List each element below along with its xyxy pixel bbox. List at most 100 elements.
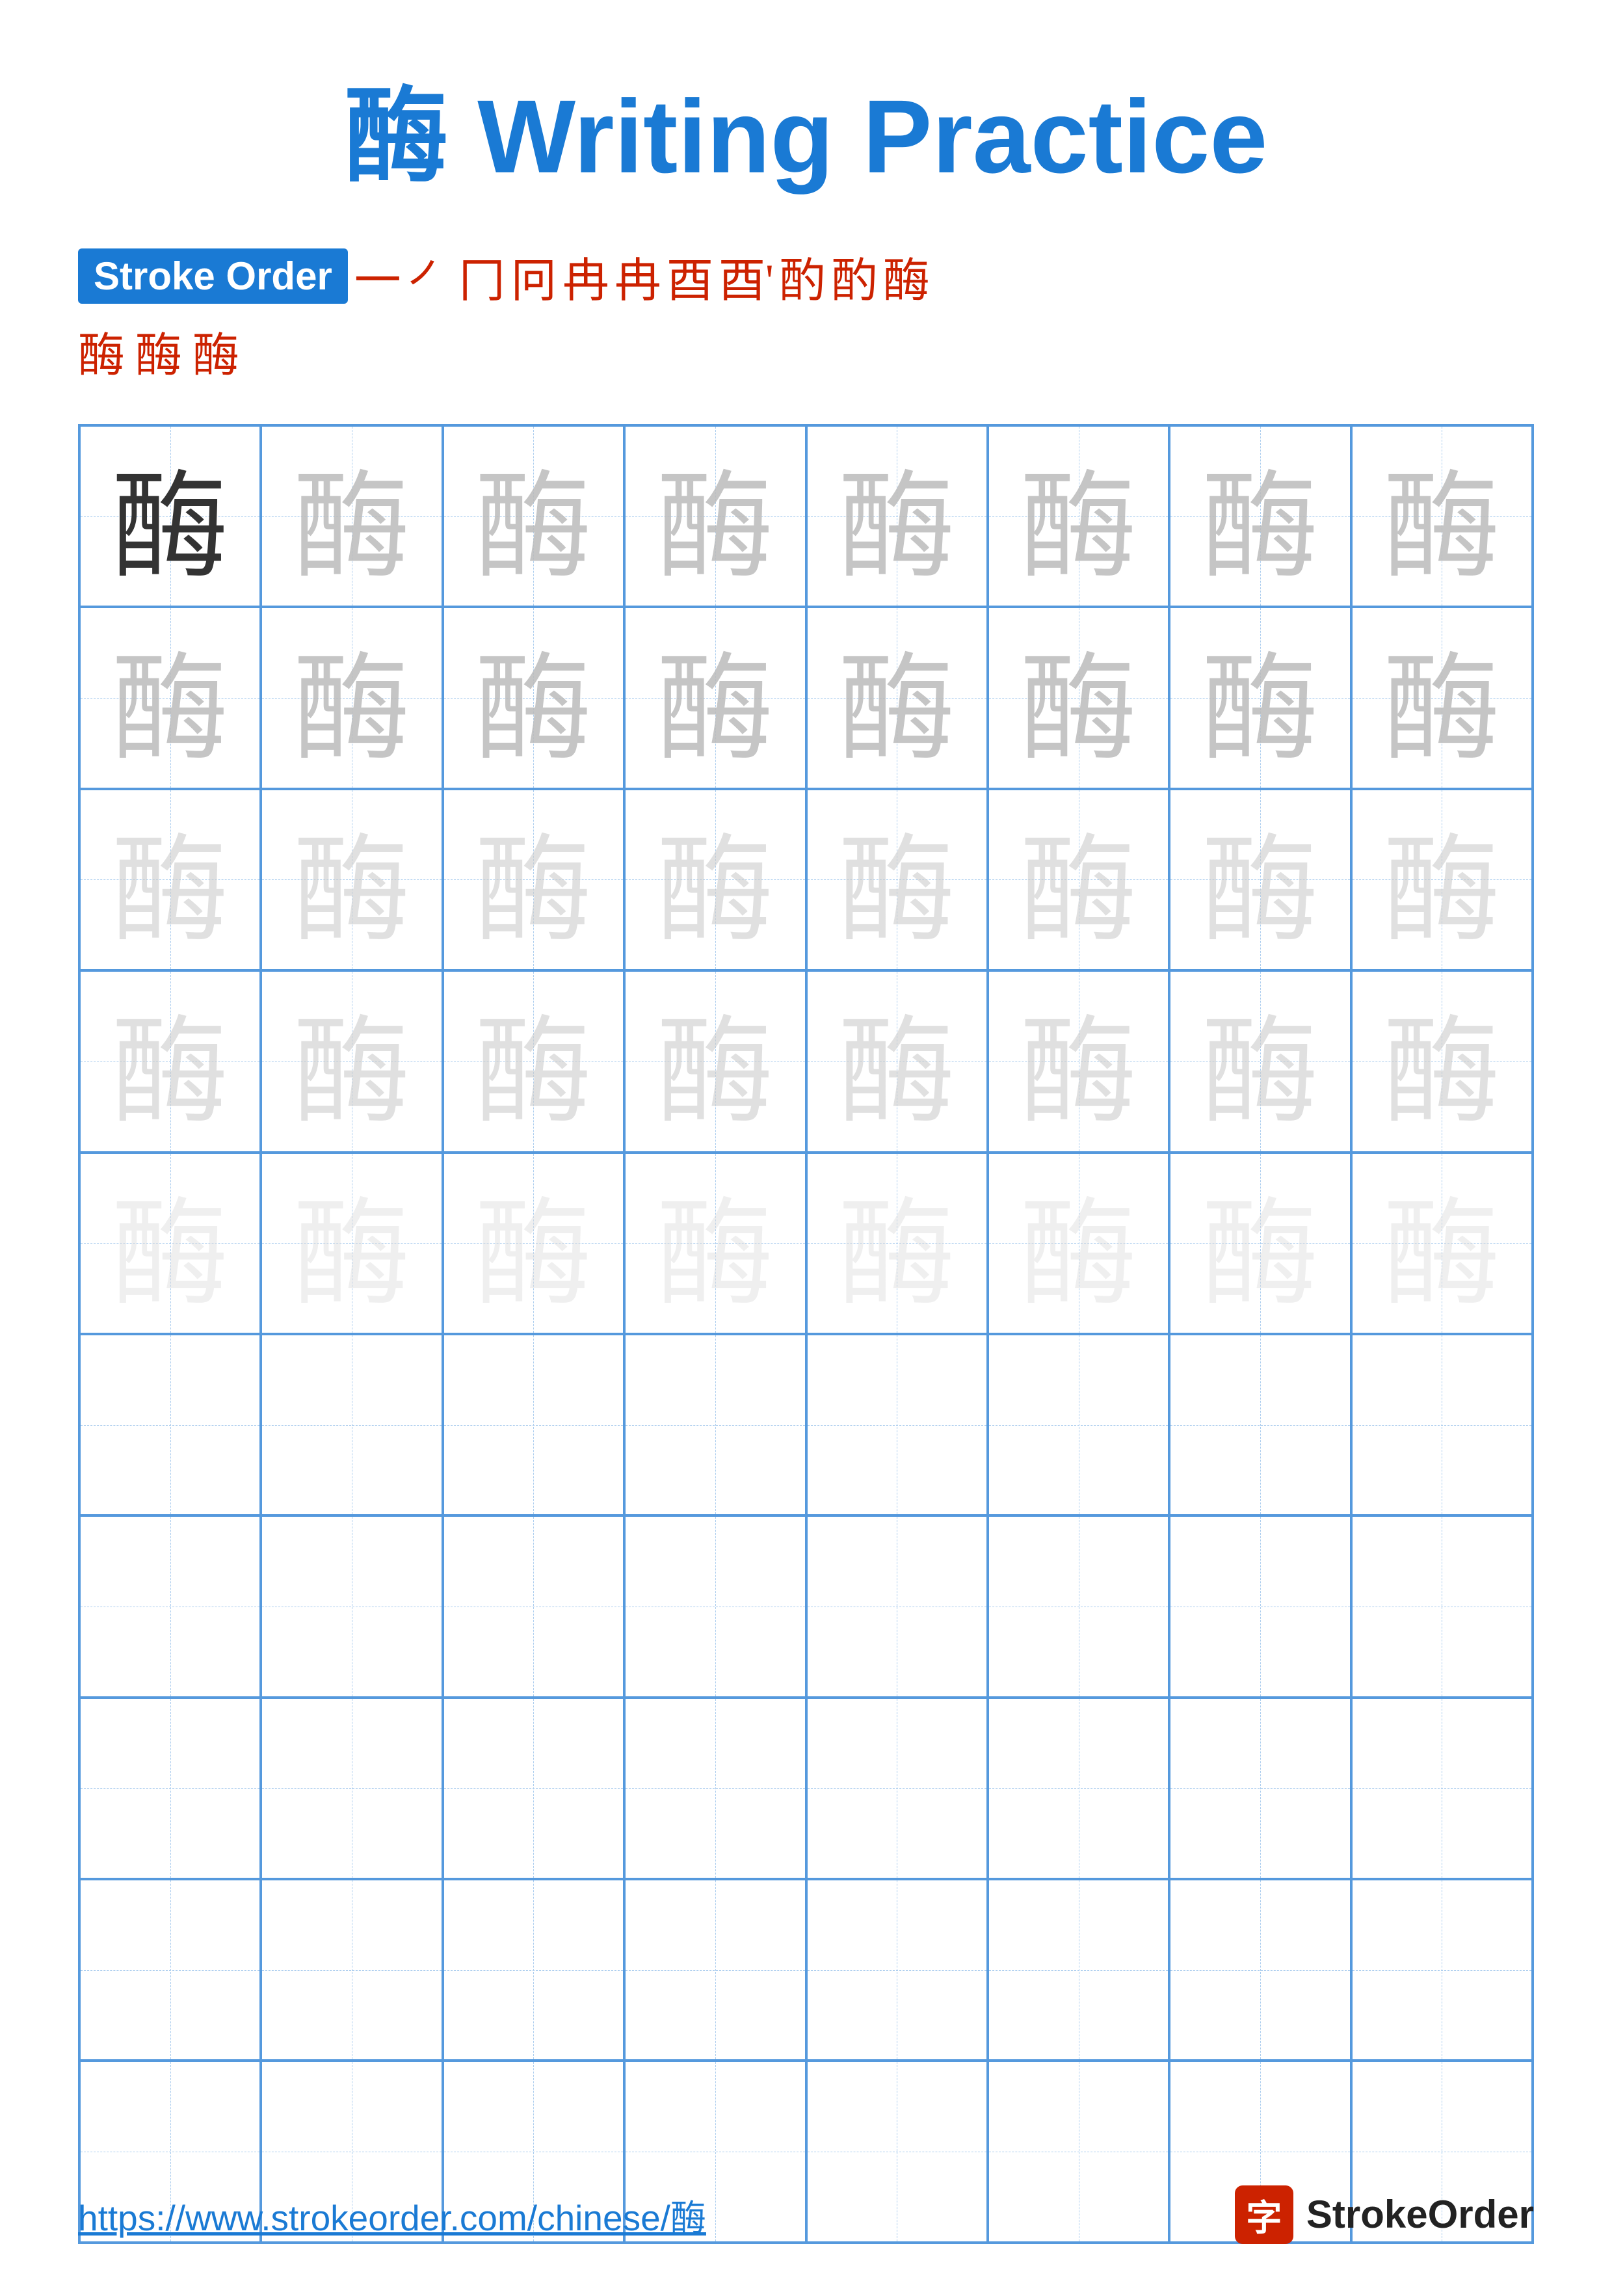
grid-cell-3-2[interactable]: 酶 [261,789,442,970]
grid-cell-4-8[interactable]: 酶 [1351,970,1533,1152]
grid-cell-3-7[interactable]: 酶 [1169,789,1351,970]
grid-cell-5-4[interactable]: 酶 [624,1153,806,1334]
grid-cell-6-4[interactable] [624,1334,806,1515]
char-1-2: 酶 [293,431,410,601]
grid-cell-9-4[interactable] [624,1879,806,2061]
grid-cell-2-7[interactable]: 酶 [1169,607,1351,788]
grid-cell-4-2[interactable]: 酶 [261,970,442,1152]
grid-cell-1-2[interactable]: 酶 [261,425,442,607]
grid-cell-9-1[interactable] [79,1879,261,2061]
stroke-5: 冉 [562,242,609,310]
grid-cell-8-2[interactable] [261,1698,442,1879]
grid-cell-9-5[interactable] [806,1879,988,2061]
grid-cell-7-3[interactable] [443,1515,624,1697]
stroke-13: 酶 [135,317,182,385]
grid-cell-7-7[interactable] [1169,1515,1351,1697]
grid-cell-5-8[interactable]: 酶 [1351,1153,1533,1334]
grid-cell-6-8[interactable] [1351,1334,1533,1515]
grid-cell-8-3[interactable] [443,1698,624,1879]
grid-cell-1-1[interactable]: 酶 [79,425,261,607]
grid-cell-3-1[interactable]: 酶 [79,789,261,970]
grid-cell-2-5[interactable]: 酶 [806,607,988,788]
grid-cell-5-7[interactable]: 酶 [1169,1153,1351,1334]
grid-cell-4-6[interactable]: 酶 [988,970,1169,1152]
char-3-7: 酶 [1202,795,1319,965]
char-3-2: 酶 [293,795,410,965]
grid-cell-8-8[interactable] [1351,1698,1533,1879]
grid-cell-9-7[interactable] [1169,1879,1351,2061]
grid-cell-3-5[interactable]: 酶 [806,789,988,970]
grid-cell-8-5[interactable] [806,1698,988,1879]
grid-cell-2-2[interactable]: 酶 [261,607,442,788]
grid-cell-6-3[interactable] [443,1334,624,1515]
grid-cell-8-4[interactable] [624,1698,806,1879]
grid-cell-2-6[interactable]: 酶 [988,607,1169,788]
grid-cell-6-2[interactable] [261,1334,442,1515]
char-2-3: 酶 [475,613,592,783]
char-1-7: 酶 [1202,431,1319,601]
grid-cell-9-6[interactable] [988,1879,1169,2061]
grid-cell-4-1[interactable]: 酶 [79,970,261,1152]
grid-cell-1-8[interactable]: 酶 [1351,425,1533,607]
char-5-5: 酶 [838,1158,955,1328]
stroke-10: 酌 [831,242,878,310]
grid-cell-3-8[interactable]: 酶 [1351,789,1533,970]
grid-cell-7-8[interactable] [1351,1515,1533,1697]
grid-cell-9-3[interactable] [443,1879,624,2061]
grid-cell-2-8[interactable]: 酶 [1351,607,1533,788]
grid-cell-3-4[interactable]: 酶 [624,789,806,970]
grid-cell-5-5[interactable]: 酶 [806,1153,988,1334]
grid-cell-4-3[interactable]: 酶 [443,970,624,1152]
stroke-14: 酶 [192,317,239,385]
grid-cell-5-3[interactable]: 酶 [443,1153,624,1334]
footer: https://www.strokeorder.com/chinese/酶 字 … [78,2185,1534,2244]
grid-cell-2-4[interactable]: 酶 [624,607,806,788]
char-4-3: 酶 [475,976,592,1146]
grid-cell-8-1[interactable] [79,1698,261,1879]
grid-cell-9-8[interactable] [1351,1879,1533,2061]
grid-cell-7-5[interactable] [806,1515,988,1697]
grid-cell-1-4[interactable]: 酶 [624,425,806,607]
grid-cell-9-2[interactable] [261,1879,442,2061]
grid-cell-4-7[interactable]: 酶 [1169,970,1351,1152]
grid-cell-1-7[interactable]: 酶 [1169,425,1351,607]
footer-url[interactable]: https://www.strokeorder.com/chinese/酶 [78,2189,706,2241]
footer-logo: 字 [1235,2185,1293,2244]
char-5-7: 酶 [1202,1158,1319,1328]
stroke-6: 冉 [614,242,661,310]
grid-cell-7-6[interactable] [988,1515,1169,1697]
char-1-6: 酶 [1020,431,1137,601]
grid-cell-7-4[interactable] [624,1515,806,1697]
grid-cell-7-2[interactable] [261,1515,442,1697]
char-2-6: 酶 [1020,613,1137,783]
grid-cell-5-2[interactable]: 酶 [261,1153,442,1334]
grid-cell-5-1[interactable]: 酶 [79,1153,261,1334]
grid-row-5: 酶 酶 酶 酶 酶 酶 酶 酶 [79,1153,1533,1334]
char-4-5: 酶 [838,976,955,1146]
stroke-9: 酌 [779,242,826,310]
grid-cell-2-1[interactable]: 酶 [79,607,261,788]
grid-cell-1-5[interactable]: 酶 [806,425,988,607]
grid-cell-4-5[interactable]: 酶 [806,970,988,1152]
grid-cell-6-1[interactable] [79,1334,261,1515]
char-5-1: 酶 [112,1158,229,1328]
grid-cell-8-6[interactable] [988,1698,1169,1879]
stroke-12: 酶 [78,317,125,385]
grid-cell-3-6[interactable]: 酶 [988,789,1169,970]
grid-cell-6-6[interactable] [988,1334,1169,1515]
grid-cell-1-6[interactable]: 酶 [988,425,1169,607]
grid-cell-1-3[interactable]: 酶 [443,425,624,607]
grid-cell-5-6[interactable]: 酶 [988,1153,1169,1334]
grid-cell-2-3[interactable]: 酶 [443,607,624,788]
grid-cell-3-3[interactable]: 酶 [443,789,624,970]
char-2-7: 酶 [1202,613,1319,783]
grid-cell-4-4[interactable]: 酶 [624,970,806,1152]
grid-cell-6-7[interactable] [1169,1334,1351,1515]
footer-brand-name: StrokeOrder [1306,2192,1534,2237]
grid-cell-7-1[interactable] [79,1515,261,1697]
page: 酶 Writing Practice Stroke Order 一 ㇒ 冂 冋 … [0,0,1612,2296]
grid-row-8 [79,1698,1533,1879]
practice-grid: 酶 酶 酶 酶 酶 酶 酶 酶 [78,424,1534,2244]
grid-cell-6-5[interactable] [806,1334,988,1515]
grid-cell-8-7[interactable] [1169,1698,1351,1879]
